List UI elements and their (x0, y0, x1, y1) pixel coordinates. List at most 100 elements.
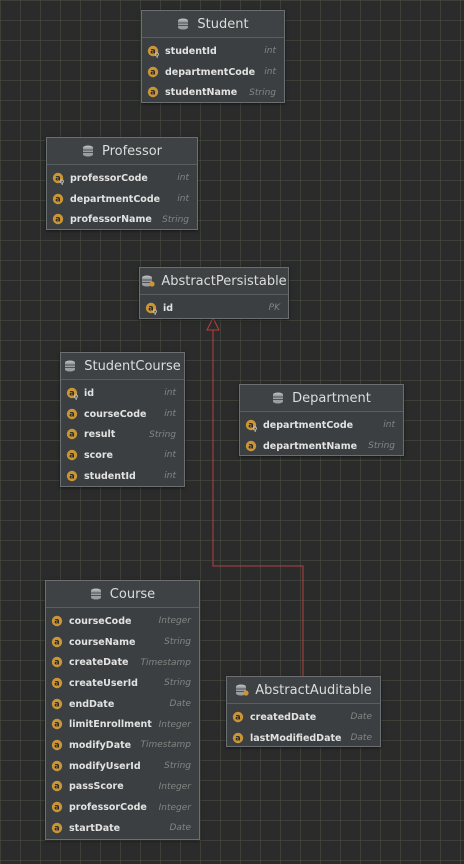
field-name: courseCode (84, 408, 147, 420)
field-type: int (164, 409, 176, 420)
field-row[interactable]: a passScore Integer (46, 777, 199, 798)
field-row[interactable]: a createdDate Date (227, 707, 380, 728)
svg-text:a: a (54, 741, 59, 750)
field-row[interactable]: a result String (61, 424, 184, 445)
field-name: studentId (84, 470, 136, 482)
field-name: createUserId (69, 677, 138, 689)
field-type: Integer (158, 616, 191, 627)
field-name: departmentName (263, 440, 358, 452)
table-icon (82, 145, 93, 157)
field-type: int (177, 173, 189, 184)
entity-professor[interactable]: Professor a professorCode int a departmentCo… (46, 137, 198, 230)
field-icon: a (232, 711, 244, 723)
field-icon: a (51, 781, 63, 792)
svg-text:a: a (235, 733, 240, 742)
inheritance-line (212, 330, 304, 676)
svg-text:a: a (69, 409, 74, 418)
field-type: PK (268, 303, 280, 314)
table-icon (65, 360, 76, 372)
field-row[interactable]: a studentId int (61, 466, 184, 487)
field-name: createdDate (250, 711, 317, 723)
field-row[interactable]: a studentId int (142, 41, 284, 62)
svg-text:a: a (235, 712, 240, 721)
field-icon: a (66, 408, 78, 419)
field-row[interactable]: a createDate Timestamp (46, 652, 199, 673)
field-row[interactable]: a id int (61, 383, 184, 404)
field-type: Integer (158, 802, 191, 813)
field-name: courseCode (69, 615, 132, 627)
field-name: professorCode (69, 802, 147, 814)
field-type: int (264, 46, 276, 57)
entity-header: Professor (47, 138, 197, 165)
field-list: a id PK (140, 295, 288, 321)
field-row[interactable]: a score int (61, 445, 184, 466)
field-row[interactable]: a professorName String (47, 209, 197, 230)
field-row[interactable]: a departmentName String (240, 436, 403, 457)
field-name: studentName (165, 87, 238, 99)
field-row[interactable]: a endDate Date (46, 694, 199, 715)
field-row[interactable]: a studentName String (142, 82, 284, 103)
table-icon (273, 392, 284, 404)
entity-header: StudentCourse (61, 353, 184, 380)
key-field-icon: a (147, 45, 159, 58)
entity-department[interactable]: Department a departmentCode int a department… (239, 384, 404, 456)
field-type: int (164, 450, 176, 461)
field-row[interactable]: a modifyUserId String (46, 756, 199, 777)
svg-text:a: a (54, 720, 59, 729)
field-row[interactable]: a departmentCode int (47, 189, 197, 210)
entity-abstract-auditable[interactable]: AbstractAuditable a createdDate Date a lastM… (226, 676, 381, 747)
field-type: String (368, 441, 395, 452)
field-row[interactable]: a professorCode int (47, 168, 197, 189)
field-type: Date (169, 823, 191, 834)
field-type: String (149, 429, 176, 440)
field-row[interactable]: a courseName String (46, 632, 199, 653)
field-list: a createdDate Date a lastModifiedDate Date (227, 704, 380, 750)
field-type: int (164, 388, 176, 399)
field-list: a id int a courseCode int a result String a score i… (61, 380, 184, 488)
entity-abstract-persistable[interactable]: AbstractPersistable a id PK (139, 267, 289, 319)
entity-title: StudentCourse (84, 358, 181, 374)
field-list: a studentId int a departmentCode int a studentN… (142, 38, 284, 105)
field-name: lastModifiedDate (250, 732, 342, 744)
entity-course[interactable]: Course a courseCode Integer a courseName Stri… (45, 580, 200, 840)
entity-title: Professor (101, 143, 163, 159)
field-name: id (84, 387, 95, 399)
field-row[interactable]: a courseCode int (61, 404, 184, 425)
svg-text:a: a (150, 88, 155, 97)
field-name: createDate (69, 657, 129, 669)
field-row[interactable]: a id PK (140, 298, 288, 319)
field-icon: a (51, 615, 63, 627)
field-type: Date (169, 699, 191, 710)
field-type: int (164, 471, 176, 482)
field-name: result (84, 429, 116, 441)
entity-student-course[interactable]: StudentCourse a id int a courseCode int a resul… (60, 352, 185, 487)
field-row[interactable]: a lastModifiedDate Date (227, 728, 380, 749)
field-row[interactable]: a professorCode Integer (46, 797, 199, 818)
field-row[interactable]: a limitEnrollment Integer (46, 714, 199, 735)
field-name: departmentCode (70, 193, 161, 205)
field-icon: a (51, 636, 63, 647)
entity-title: Course (109, 586, 156, 602)
field-name: limitEnrollment (69, 719, 152, 731)
field-type: int (177, 194, 189, 205)
field-name: departmentCode (263, 419, 354, 431)
field-name: endDate (69, 698, 115, 710)
svg-text:a: a (54, 679, 59, 688)
field-row[interactable]: a departmentCode int (240, 415, 403, 436)
svg-text:a: a (54, 823, 59, 832)
svg-text:a: a (69, 451, 74, 460)
field-name: score (84, 449, 113, 461)
svg-text:a: a (55, 194, 60, 203)
field-icon: a (51, 822, 63, 833)
field-icon: a (52, 193, 64, 204)
field-row[interactable]: a createUserId String (46, 673, 199, 694)
svg-text:a: a (69, 430, 74, 439)
field-row[interactable]: a startDate Date (46, 818, 199, 839)
field-row[interactable]: a courseCode Integer (46, 611, 199, 632)
field-type: Integer (158, 719, 191, 730)
field-icon: a (66, 470, 78, 481)
field-row[interactable]: a departmentCode int (142, 62, 284, 83)
table-icon (178, 18, 189, 30)
field-row[interactable]: a modifyDate Timestamp (46, 735, 199, 756)
entity-student[interactable]: Student a studentId int a departmentCode int a… (141, 10, 285, 103)
